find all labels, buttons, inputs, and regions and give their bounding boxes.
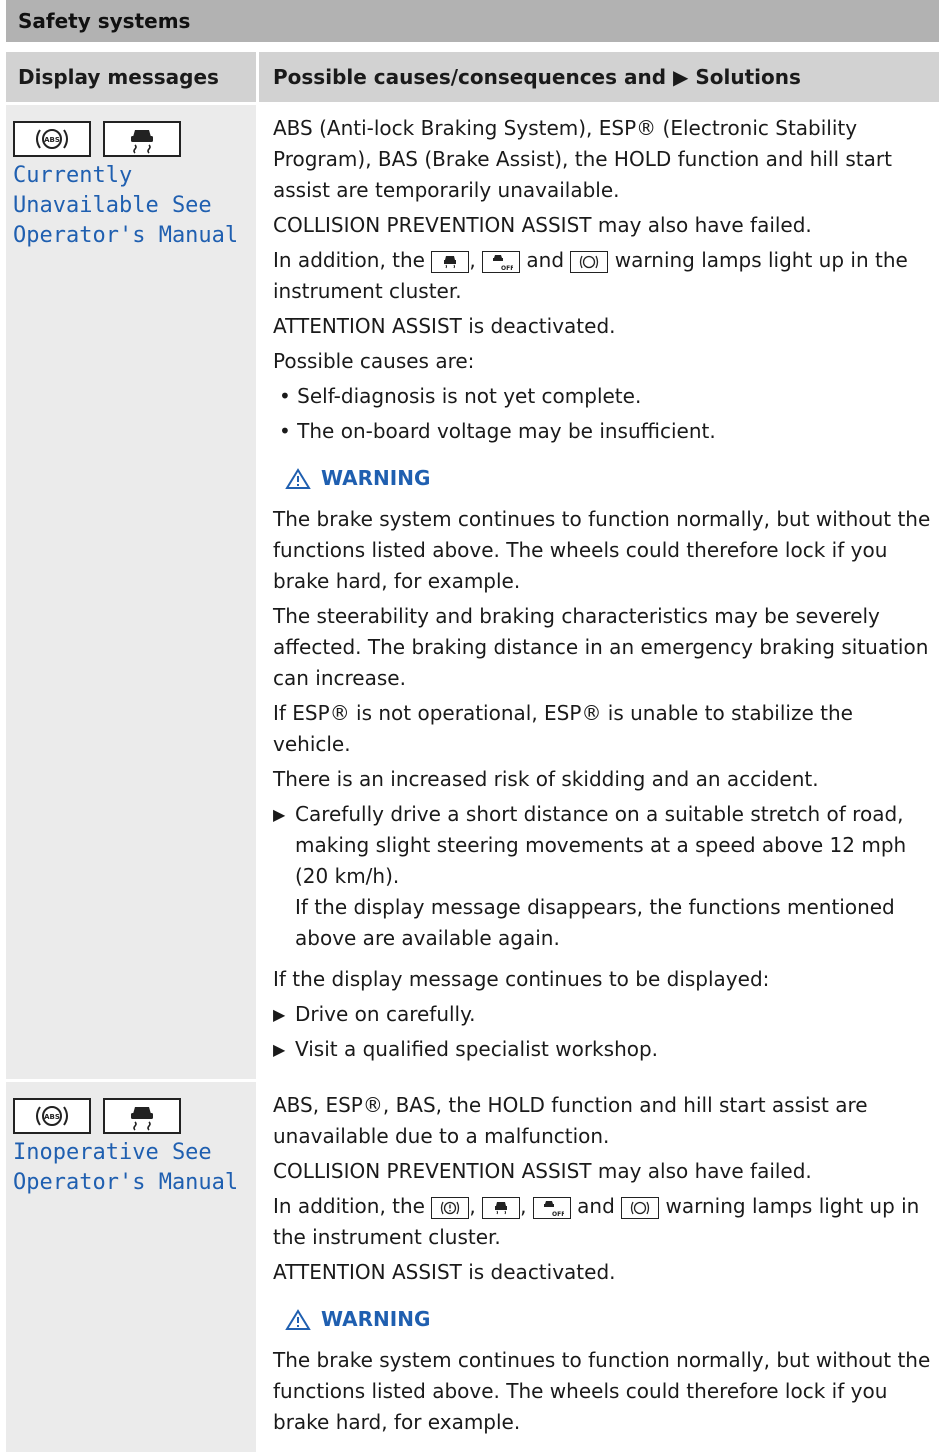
text-fragment: In addition, the <box>273 248 425 272</box>
abs-icon: ABS <box>13 121 91 157</box>
warning-label: WARNING <box>321 466 431 490</box>
solution-arrow-icon: ▶ <box>273 1040 286 1059</box>
step-result: If the display message disappears, the f… <box>295 895 895 950</box>
abs-icon: ABS <box>13 1098 91 1134</box>
paragraph: ATTENTION ASSIST is deactivated. <box>273 1260 616 1284</box>
svg-text:ABS: ABS <box>44 136 60 144</box>
solution-step: ▶ Visit a qualified specialist workshop. <box>273 1034 935 1065</box>
table-row: ABS Inoperative See Operator's Manual AB… <box>6 1082 939 1455</box>
brake-warning-lamp-icon <box>431 1197 470 1219</box>
esp-skid-icon <box>103 1098 181 1134</box>
warning-label: WARNING <box>321 1307 431 1331</box>
paragraph: COLLISION PREVENTION ASSIST may also hav… <box>273 1159 812 1183</box>
paragraph: The brake system continues to function n… <box>273 1348 931 1434</box>
step-text: Drive on carefully. <box>295 1002 476 1026</box>
esp-off-lamp-icon: OFF <box>532 1197 571 1219</box>
paragraph: The brake system continues to function n… <box>273 507 931 593</box>
paragraph: COLLISION PREVENTION ASSIST may also hav… <box>273 213 812 237</box>
step-text: Carefully drive a short distance on a su… <box>295 802 907 888</box>
causes-cell: ABS (Anti-lock Braking System), ESP® (El… <box>259 105 939 1079</box>
warning-triangle-icon <box>285 1308 311 1330</box>
esp-warning-lamp-icon <box>431 251 470 273</box>
esp-off-lamp-icon: OFF <box>482 251 521 273</box>
warning-heading: WARNING <box>285 1304 935 1335</box>
paragraph: There is an increased risk of skidding a… <box>273 767 819 791</box>
text-fragment: , <box>520 1194 527 1218</box>
paragraph: The steerability and braking characteris… <box>273 604 929 690</box>
text-fragment: , <box>469 248 476 272</box>
bullet-item: • Self-diagnosis is not yet complete. <box>279 384 642 408</box>
table-row: ABS Currently Unavailable See Operator's… <box>6 105 939 1082</box>
paragraph: If ESP® is not operational, ESP® is unab… <box>273 701 853 756</box>
column-header-causes: Possible causes/consequences and ▶ Solut… <box>273 65 801 89</box>
bullet-item: • The on-board voltage may be insufficie… <box>279 419 716 443</box>
solution-step: ▶ Carefully drive a short distance on a … <box>273 799 935 954</box>
warning-heading: WARNING <box>285 463 935 494</box>
esp-warning-lamp-icon <box>482 1197 521 1219</box>
paragraph: If the display message continues to be d… <box>273 967 770 991</box>
column-header-display: Display messages <box>6 52 259 102</box>
paragraph: Possible causes are: <box>273 349 475 373</box>
abs-lamp-icon <box>570 251 609 273</box>
paragraph: In addition, the , OFF and warning lamps… <box>273 245 935 307</box>
solution-arrow-icon: ▶ <box>273 805 286 824</box>
display-message-text: Currently Unavailable See Operator's Man… <box>13 163 239 248</box>
paragraph: In addition, the , , OFF and warning lam… <box>273 1191 935 1253</box>
text-fragment: In addition, the <box>273 1194 425 1218</box>
table-header: Display messages Possible causes/consequ… <box>6 52 939 105</box>
solution-step: ▶ Drive on carefully. <box>273 999 935 1030</box>
svg-text:ABS: ABS <box>44 1113 60 1121</box>
causes-cell: ABS, ESP®, BAS, the HOLD function and hi… <box>259 1082 939 1452</box>
solution-arrow-icon: ▶ <box>273 1005 286 1024</box>
step-text: Visit a qualified specialist workshop. <box>295 1037 659 1061</box>
messages-table: Display messages Possible causes/consequ… <box>6 52 939 1455</box>
warning-triangle-icon <box>285 467 311 489</box>
display-message-text: Inoperative See Operator's Manual <box>13 1140 239 1195</box>
text-fragment: and <box>577 1194 615 1218</box>
svg-text:OFF: OFF <box>552 1211 564 1217</box>
svg-text:OFF: OFF <box>501 265 513 271</box>
display-message-cell: ABS Currently Unavailable See Operator's… <box>6 105 259 1079</box>
text-fragment: , <box>469 1194 476 1218</box>
section-title: Safety systems <box>6 0 939 42</box>
esp-skid-icon <box>103 121 181 157</box>
paragraph: ABS, ESP®, BAS, the HOLD function and hi… <box>273 1093 868 1148</box>
abs-lamp-icon <box>621 1197 660 1219</box>
display-message-cell: ABS Inoperative See Operator's Manual <box>6 1082 259 1452</box>
paragraph: ATTENTION ASSIST is deactivated. <box>273 314 616 338</box>
paragraph: ABS (Anti-lock Braking System), ESP® (El… <box>273 116 892 202</box>
text-fragment: and <box>526 248 565 272</box>
